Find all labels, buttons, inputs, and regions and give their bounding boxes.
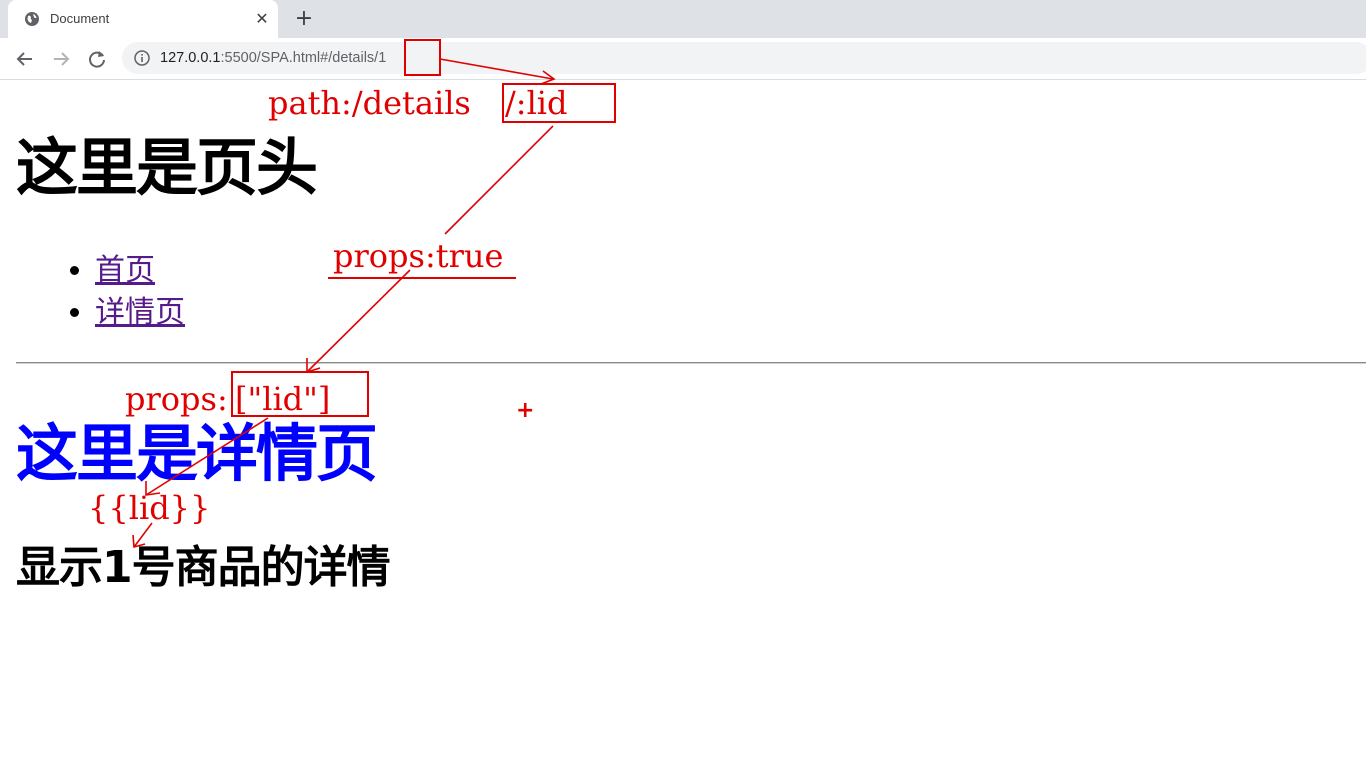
browser-tab[interactable]: Document ✕ xyxy=(8,0,278,38)
forward-arrow-icon[interactable] xyxy=(50,48,72,70)
globe-icon xyxy=(25,12,39,26)
nav-item-home: 首页 xyxy=(95,250,185,292)
url-text[interactable]: 127.0.0.1:5500/SPA.html#/details/1 xyxy=(160,50,386,66)
annotation-props-label: props: xyxy=(125,380,228,418)
address-bar[interactable]: 127.0.0.1:5500/SPA.html#/details/1 xyxy=(122,42,1366,74)
details-link[interactable]: 详情页 xyxy=(95,295,185,330)
close-icon[interactable]: ✕ xyxy=(252,9,272,29)
arrow-props-to-array-head xyxy=(306,358,321,374)
tab-strip: Document ✕ + xyxy=(0,0,1366,38)
nav-item-details: 详情页 xyxy=(95,292,185,334)
annotation-interpolation: {{lid}} xyxy=(88,489,211,527)
info-icon[interactable] xyxy=(134,50,150,66)
crosshair-cursor: + xyxy=(516,398,535,423)
details-title: 这里是详情页 xyxy=(16,417,378,490)
annotation-props-true: props:true xyxy=(333,237,504,275)
arrow-param-to-props xyxy=(444,125,554,235)
reload-icon[interactable] xyxy=(86,48,108,70)
arrow-props-to-array xyxy=(306,269,411,373)
tab-title: Document xyxy=(50,11,110,26)
divider xyxy=(16,362,1366,364)
browser-toolbar: 127.0.0.1:5500/SPA.html#/details/1 xyxy=(0,38,1366,80)
nav-list: 首页 详情页 xyxy=(40,250,185,334)
url-path: :5500/SPA.html#/details/1 xyxy=(220,50,387,66)
url-host: 127.0.0.1 xyxy=(160,50,221,66)
annotation-props-array: ["lid"] xyxy=(235,380,331,418)
page-header: 这里是页头 xyxy=(16,131,318,204)
annotation-path-prefix: path:/details xyxy=(268,84,471,122)
home-link[interactable]: 首页 xyxy=(95,253,155,288)
plus-icon[interactable]: + xyxy=(292,7,316,31)
details-text: 显示1号商品的详情 xyxy=(16,542,391,593)
annotation-path-param: /:lid xyxy=(505,84,568,122)
back-arrow-icon[interactable] xyxy=(14,48,36,70)
